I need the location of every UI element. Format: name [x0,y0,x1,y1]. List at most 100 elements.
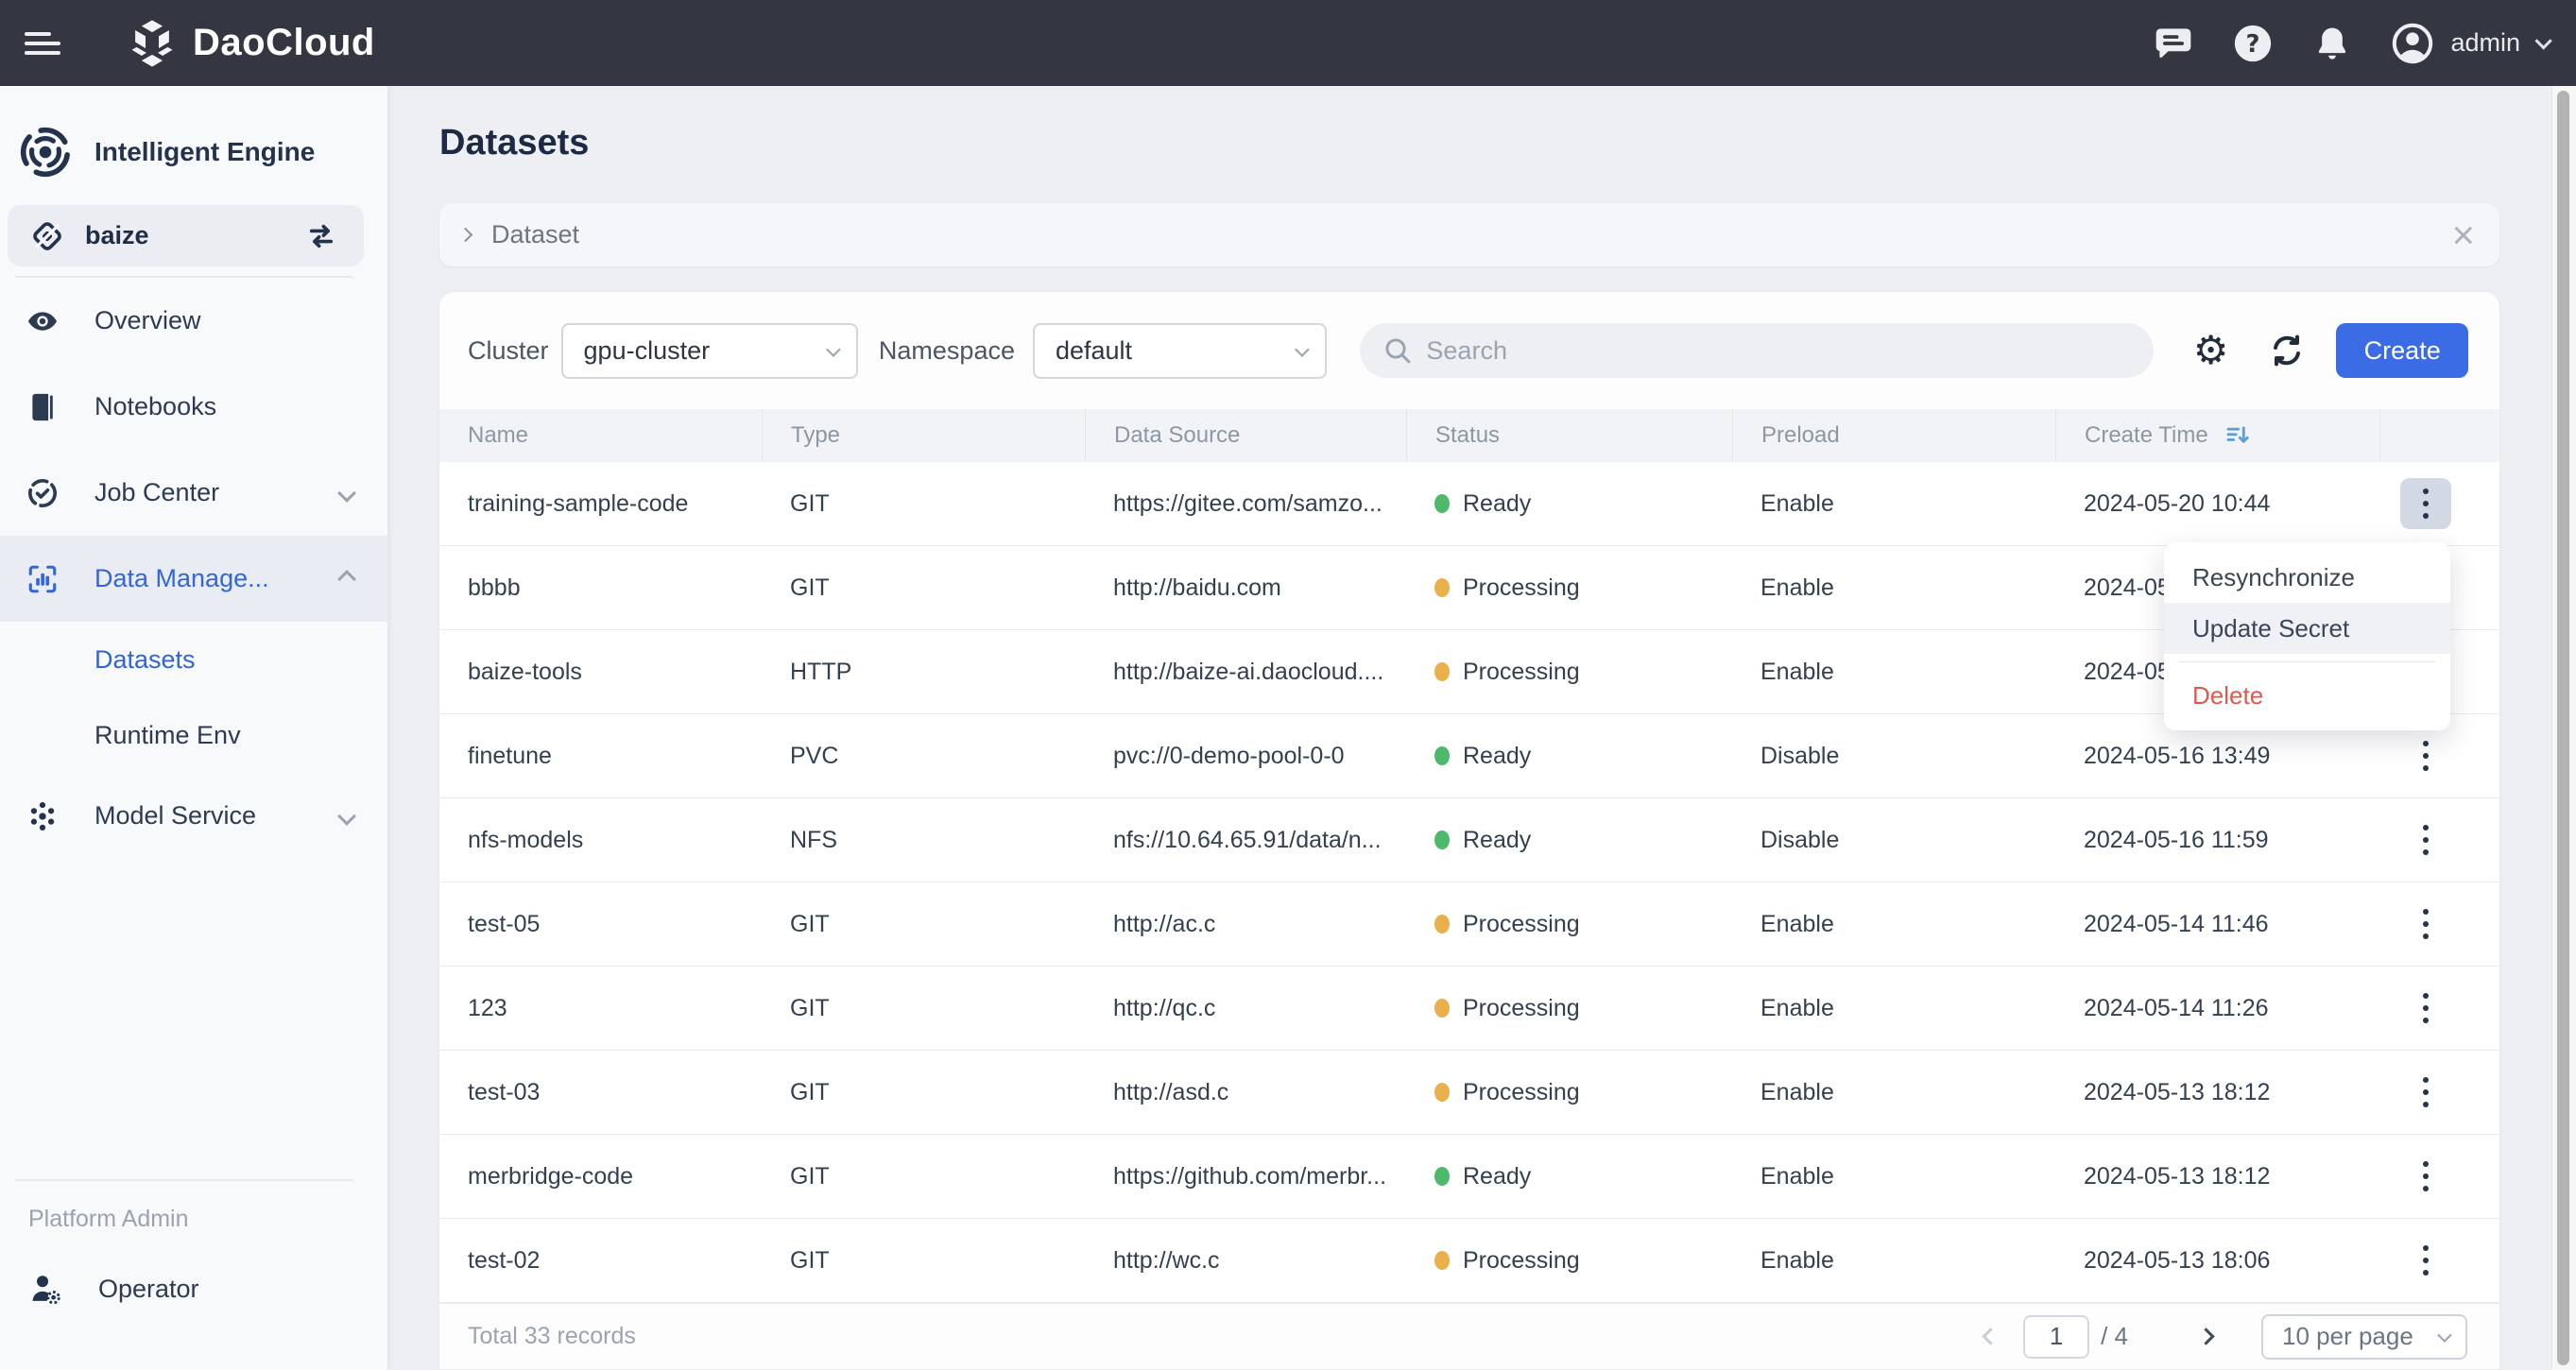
row-actions-button[interactable] [2400,730,2451,781]
sidebar-item-label: Job Center [94,478,220,506]
sidebar-item-label: Operator [98,1275,199,1303]
menu-toggle-icon[interactable] [25,31,62,55]
namespace-value: default [1055,335,1133,365]
context-menu-item[interactable]: Resynchronize [2164,552,2450,603]
status-label: Processing [1463,1246,1580,1274]
context-menu-item[interactable]: Update Secret [2164,603,2450,654]
dataset-source: https://gitee.com/samzo... [1113,489,1382,517]
menu-divider [2179,661,2435,662]
dataset-preload: Disable [1760,826,1840,853]
search-icon [1382,335,1413,366]
status-label: Ready [1463,489,1532,517]
sidebar-subitem-datasets[interactable]: Datasets [0,622,387,697]
dataset-source: http://asd.c [1113,1078,1229,1105]
dataset-collapse-panel[interactable]: Dataset × [439,203,2499,266]
sidebar: Intelligent Engine baize Overview Notebo… [0,86,387,1370]
message-icon[interactable] [2152,22,2195,65]
dataset-type: GIT [790,1246,830,1274]
namespace-select[interactable]: default [1032,322,1328,379]
sidebar-item-model-service[interactable]: Model Service [0,773,387,859]
dataset-name: test-03 [468,1078,541,1105]
help-icon[interactable]: ? [2231,22,2275,65]
scrollbar[interactable] [2551,86,2576,1370]
dataset-preload: Enable [1760,994,1834,1021]
refresh-icon[interactable] [2268,332,2306,369]
row-actions-button[interactable] [2400,814,2451,865]
cluster-select[interactable]: gpu-cluster [560,322,858,379]
dataset-preload: Enable [1760,1246,1834,1274]
dataset-preload: Enable [1760,910,1834,937]
search-input[interactable] [1426,335,2131,366]
dataset-create-time: 2024-05-16 11:59 [2084,826,2269,853]
table-row[interactable]: training-sample-code GIT https://gitee.c… [439,462,2499,546]
dataset-source: https://github.com/merbr... [1113,1162,1387,1190]
workspace-selector[interactable]: baize [8,205,364,266]
row-actions-button[interactable] [2400,1235,2451,1286]
table-header: Name Type Data Source Status Preload Cre… [439,409,2499,462]
row-actions-button[interactable] [2400,983,2451,1034]
sidebar-subitem-runtime-env[interactable]: Runtime Env [0,697,387,773]
dataset-source: http://wc.c [1113,1246,1220,1274]
chevron-down-icon [2437,1327,2452,1343]
table-row[interactable]: test-02 GIT http://wc.c Processing Enabl… [439,1219,2499,1303]
table-footer: Total 33 records / 4 10 per page [439,1303,2499,1369]
row-actions-button[interactable] [2400,1067,2451,1118]
dataset-create-time: 2024-05-16 13:49 [2084,742,2271,769]
sidebar-item-label: Data Manage... [94,564,269,592]
table-row[interactable]: merbridge-code GIT https://github.com/me… [439,1135,2499,1219]
dataset-type: GIT [790,994,830,1021]
dataset-source: nfs://10.64.65.91/data/n... [1113,826,1382,853]
dataset-type: GIT [790,489,830,517]
row-actions-button[interactable] [2400,478,2451,529]
table-row[interactable]: test-03 GIT http://asd.c Processing Enab… [439,1051,2499,1135]
previous-page-icon[interactable] [1982,1327,2000,1345]
column-header-create-time: Create Time [2055,409,2379,462]
operator-icon [28,1272,64,1308]
sidebar-item-label: Notebooks [94,392,217,420]
status-dot [1434,494,1450,513]
scrollbar-thumb[interactable] [2557,91,2569,1365]
switch-workspace-icon[interactable] [303,218,339,254]
table-row[interactable]: 123 GIT http://qc.c Processing Enable 20… [439,967,2499,1051]
per-page-value: 10 per page [2282,1322,2413,1350]
dataset-source: pvc://0-demo-pool-0-0 [1113,742,1345,769]
sidebar-item-job-center[interactable]: Job Center [0,450,387,536]
sidebar-item-overview[interactable]: Overview [0,278,387,364]
page-number-input[interactable] [2023,1314,2090,1359]
dataset-source: http://qc.c [1113,994,1216,1021]
dataset-name: training-sample-code [468,489,689,517]
eye-icon [26,304,59,338]
sidebar-item-label: Overview [94,306,201,334]
dataset-name: 123 [468,994,507,1021]
status-dot [1434,1083,1450,1102]
create-button[interactable]: Create [2336,323,2468,378]
status-label: Processing [1463,994,1580,1021]
sort-descending-icon[interactable] [2224,421,2252,450]
context-menu-item[interactable]: Delete [2164,670,2450,721]
sidebar-item-notebooks[interactable]: Notebooks [0,364,387,450]
row-actions-button[interactable] [2400,1151,2451,1202]
sidebar-item-data-management[interactable]: Data Manage... [0,536,387,622]
user-menu[interactable]: admin [2390,21,2552,66]
dataset-type: GIT [790,910,830,937]
book-icon [26,391,59,423]
settings-gear-icon[interactable]: ⚙ [2193,331,2229,370]
chevron-up-icon [337,569,356,589]
sidebar-item-operator[interactable]: Operator [0,1246,387,1332]
context-menu: Resynchronize Update Secret Delete [2164,542,2450,730]
datasets-card: Cluster gpu-cluster Namespace default ⚙ [439,292,2499,1369]
close-icon[interactable]: × [2451,214,2475,255]
next-page-icon[interactable] [2197,1327,2215,1345]
pagination: / 4 10 per page [1982,1313,2467,1360]
status-label: Processing [1463,574,1580,601]
per-page-select[interactable]: 10 per page [2261,1313,2467,1360]
panel-label: Dataset [491,220,580,248]
dataset-type: PVC [790,742,839,769]
table-row[interactable]: test-05 GIT http://ac.c Processing Enabl… [439,882,2499,967]
table-row[interactable]: nfs-models NFS nfs://10.64.65.91/data/n.… [439,798,2499,882]
dataset-type: GIT [790,574,830,601]
dataset-name: bbbb [468,574,521,601]
job-center-icon [26,476,59,510]
row-actions-button[interactable] [2400,899,2451,950]
notifications-bell-icon[interactable] [2310,22,2354,65]
